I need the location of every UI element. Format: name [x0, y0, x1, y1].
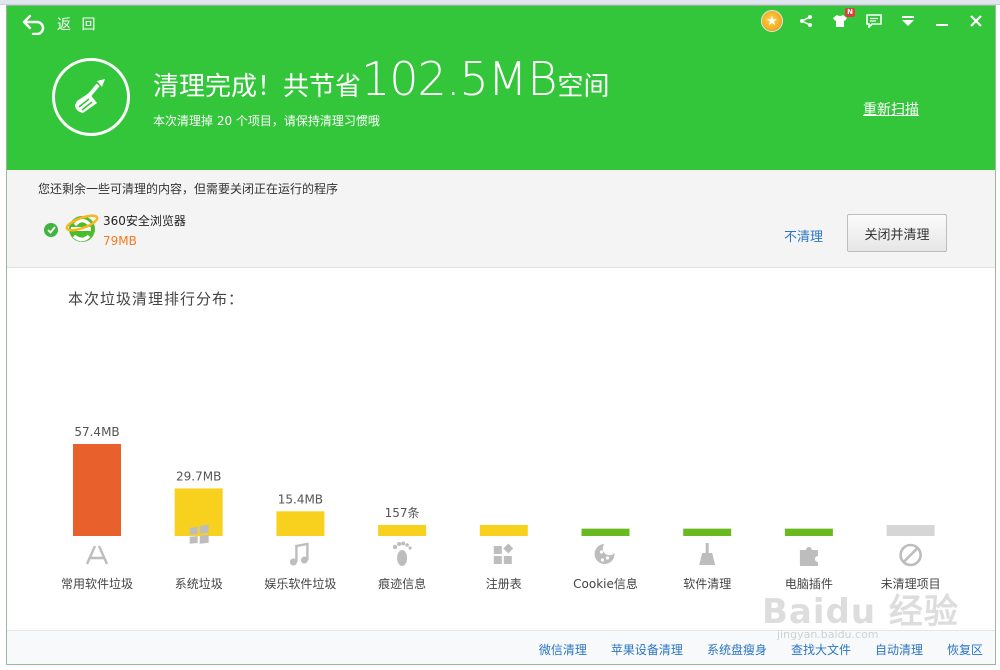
category-label-4: 注册表 — [486, 576, 522, 591]
cleanup-subline: 本次清理掉 20 个项目，请保持清理习惯哦 — [153, 114, 380, 128]
result-header: 返 回 ★ N 清理完成！共节省 102.5 MB 空间 本次清理掉 20 个项… — [7, 6, 995, 170]
cleanup-headline: 清理完成！共节省 102.5 MB 空间 — [153, 52, 610, 106]
headline-prefix: 清理完成！共节省 — [153, 72, 362, 102]
bar-7 — [784, 528, 833, 536]
feedback-button[interactable] — [863, 10, 885, 32]
bar-5 — [581, 528, 630, 536]
minimize-icon — [936, 24, 948, 26]
program-size: 79MB — [103, 234, 137, 248]
skin-button[interactable]: N — [829, 8, 855, 32]
close-and-clean-button[interactable]: 关闭并清理 — [847, 214, 947, 252]
bar-value-label-3: 157条 — [385, 506, 420, 520]
cleanup-ranking-chart: 57.4MB 常用软件垃圾 29.7MB 系统垃圾 15.4MB 娱乐软件垃圾 157条痕迹… — [61, 425, 941, 591]
close-icon — [970, 15, 982, 27]
footer-link-0[interactable]: 微信清理 — [527, 641, 599, 658]
category-label-2: 娱乐软件垃圾 — [264, 576, 336, 591]
share-button[interactable] — [795, 10, 817, 32]
close-button[interactable] — [965, 10, 987, 32]
running-note: 您还剩余一些可清理的内容，但需要关闭正在运行的程序 — [38, 182, 339, 196]
minimize-button[interactable] — [931, 10, 953, 32]
bar-value-label-1: 29.7MB — [176, 469, 221, 483]
footer-bar: 微信清理 苹果设备清理 系统盘瘦身 查找大文件 自动清理 恢复区 — [7, 630, 995, 664]
category-label-8: 未清理项目 — [881, 577, 941, 591]
main-menu-button[interactable] — [897, 10, 919, 32]
headline-suffix: 空间 — [557, 72, 610, 102]
footer-link-3[interactable]: 查找大文件 — [779, 641, 863, 658]
broom-badge — [52, 58, 130, 136]
bar-0 — [73, 444, 121, 536]
music-icon — [289, 542, 309, 566]
category-label-7: 电脑插件 — [785, 577, 833, 591]
cleanup-window: 返 回 ★ N 清理完成！共节省 102.5 MB 空间 本次清理掉 20 个项… — [6, 5, 996, 665]
saved-size-number: 102.5 — [361, 52, 489, 106]
broom-icon — [699, 543, 716, 565]
footer-link-5[interactable]: 恢复区 — [935, 641, 995, 658]
footer-links: 微信清理 苹果设备清理 系统盘瘦身 查找大文件 自动清理 恢复区 — [527, 641, 995, 658]
browser-logo-icon — [65, 214, 99, 242]
bar-8 — [886, 524, 935, 536]
bar-2 — [276, 511, 325, 536]
back-label: 返 回 — [57, 17, 99, 33]
category-label-3: 痕迹信息 — [378, 576, 426, 591]
medal-icon: ★ — [761, 10, 783, 32]
forbidden-icon — [899, 543, 922, 567]
bar-4 — [479, 524, 528, 536]
footer-link-4[interactable]: 自动清理 — [863, 641, 935, 658]
broom-icon — [75, 79, 105, 113]
bar-6 — [683, 528, 732, 536]
puzzle-icon — [799, 547, 818, 566]
window-controls: ★ N — [761, 8, 987, 32]
running-programs-panel: 您还剩余一些可清理的内容，但需要关闭正在运行的程序 360安全浏览器 79MB … — [7, 170, 995, 268]
skip-clean-link[interactable]: 不清理 — [784, 226, 823, 245]
category-label-5: Cookie信息 — [573, 576, 638, 591]
rescan-link[interactable]: 重新扫描 — [863, 99, 919, 119]
cookie-icon — [594, 544, 615, 564]
new-badge: N — [845, 8, 855, 17]
footer-link-2[interactable]: 系统盘瘦身 — [695, 641, 779, 658]
footprint-icon — [392, 541, 412, 566]
bar-value-label-2: 15.4MB — [278, 492, 323, 506]
footer-link-1[interactable]: 苹果设备清理 — [599, 641, 695, 658]
program-name: 360安全浏览器 — [103, 214, 186, 228]
menu-down-icon — [902, 16, 914, 26]
registry-icon — [493, 543, 514, 564]
check-icon — [46, 226, 56, 234]
category-label-0: 常用软件垃圾 — [61, 576, 133, 591]
bar-value-label-0: 57.4MB — [74, 425, 119, 439]
saved-size-unit: MB — [487, 52, 558, 106]
app-store-icon — [85, 545, 109, 565]
back-arrow-icon — [22, 14, 45, 35]
medal-button[interactable]: ★ — [761, 10, 783, 32]
bar-3 — [378, 524, 427, 536]
bar-1 — [174, 488, 223, 536]
category-label-1: 系统垃圾 — [175, 576, 223, 591]
category-label-6: 软件清理 — [683, 577, 731, 591]
message-icon — [866, 14, 882, 28]
back-button[interactable]: 返 回 — [21, 12, 98, 36]
program-checkbox[interactable] — [44, 223, 58, 237]
share-icon — [800, 15, 812, 27]
